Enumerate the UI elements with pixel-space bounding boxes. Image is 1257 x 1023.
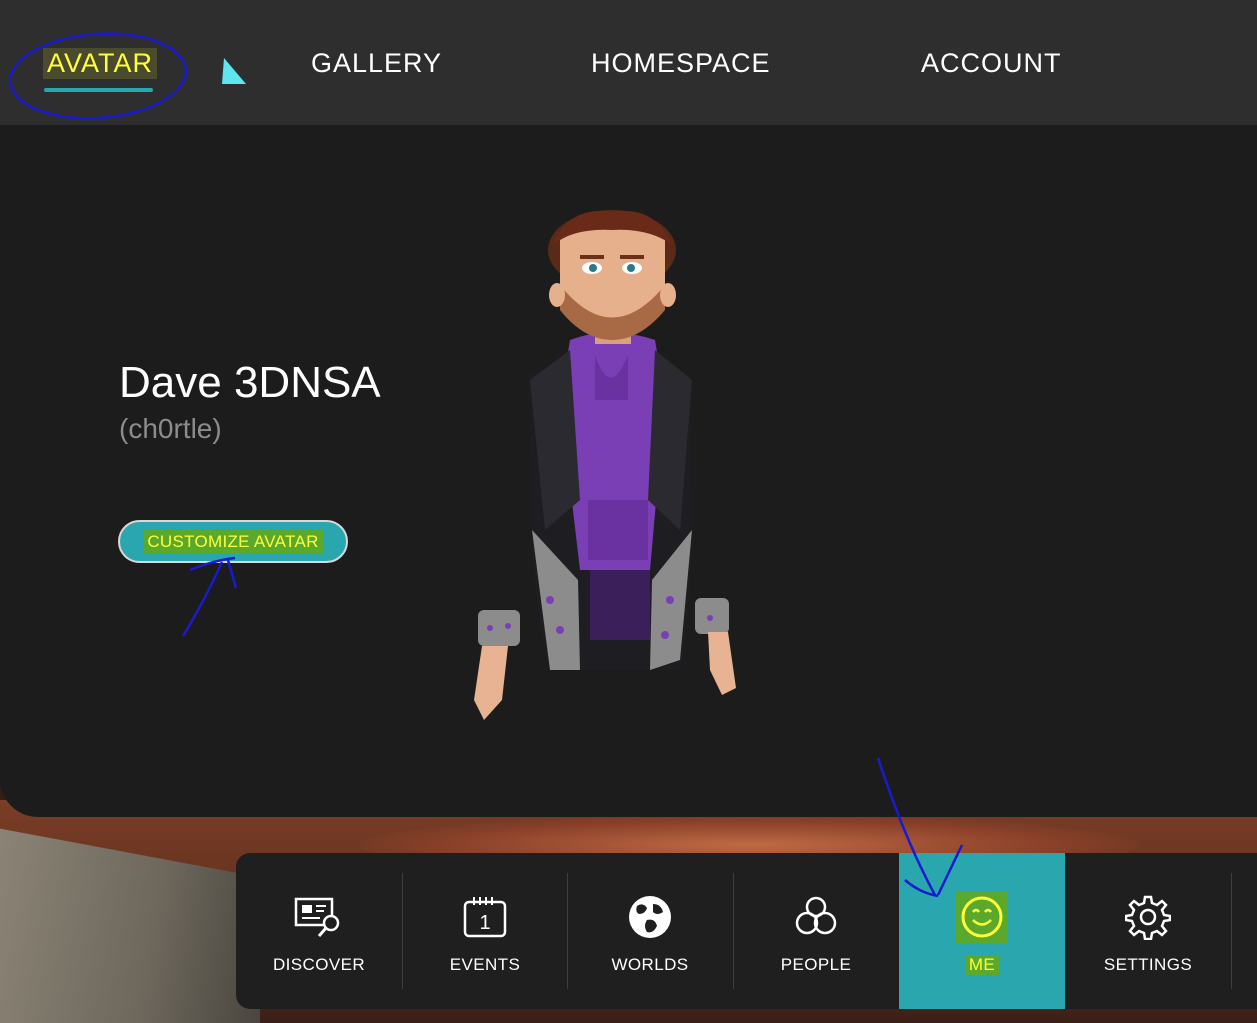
- user-display-name: Dave 3DNSA: [119, 358, 381, 407]
- dock-label-settings: SETTINGS: [1103, 955, 1193, 974]
- tab-gallery[interactable]: GALLERY: [311, 48, 442, 88]
- dock-label-events: EVENTS: [449, 955, 521, 974]
- dock-label-discover: DISCOVER: [273, 955, 365, 974]
- tab-account-label: ACCOUNT: [921, 48, 1062, 78]
- calendar-day: 1: [479, 912, 490, 934]
- smiley-icon-highlight: [956, 891, 1008, 943]
- gear-icon: [1122, 893, 1174, 941]
- dock-item-events[interactable]: 1 EVENTS: [402, 853, 568, 1009]
- customize-avatar-button[interactable]: CUSTOMIZE AVATAR: [118, 520, 348, 563]
- dock-item-people[interactable]: PEOPLE: [733, 853, 899, 1009]
- globe-icon: [624, 893, 676, 941]
- tab-homespace-label: HOMESPACE: [591, 48, 771, 78]
- tab-avatar[interactable]: AVATAR: [43, 48, 158, 88]
- tab-account[interactable]: ACCOUNT: [921, 48, 1062, 88]
- tab-gallery-label: GALLERY: [311, 48, 443, 78]
- dock-label-me: ME: [964, 955, 1000, 975]
- discover-icon: [293, 893, 345, 941]
- tab-homespace[interactable]: HOMESPACE: [591, 48, 771, 88]
- active-tab-underline: [44, 88, 153, 92]
- tab-avatar-label: AVATAR: [43, 48, 158, 79]
- dock-label-people: PEOPLE: [780, 955, 852, 974]
- bottom-dock: DISCOVER 1 EVENTS WORLDS PEOPLE ME SETTI…: [236, 853, 1257, 1009]
- dock-item-me[interactable]: ME: [899, 853, 1065, 1009]
- dock-divider: [1231, 873, 1232, 989]
- smiley-icon: [956, 891, 1008, 943]
- avatar-panel: AVATAR GALLERY HOMESPACE ACCOUNT Dave 3D…: [0, 0, 1257, 817]
- top-nav: AVATAR GALLERY HOMESPACE ACCOUNT: [0, 0, 1257, 125]
- user-handle: (ch0rtle): [119, 413, 222, 444]
- avatar-preview: [474, 210, 736, 720]
- dock-item-settings[interactable]: SETTINGS: [1065, 853, 1231, 1009]
- dock-item-discover[interactable]: DISCOVER: [236, 853, 402, 1009]
- dock-item-worlds[interactable]: WORLDS: [567, 853, 733, 1009]
- people-icon: [790, 893, 842, 941]
- dock-label-worlds: WORLDS: [611, 955, 689, 974]
- calendar-icon: 1: [459, 893, 511, 941]
- customize-avatar-label: CUSTOMIZE AVATAR: [143, 529, 323, 554]
